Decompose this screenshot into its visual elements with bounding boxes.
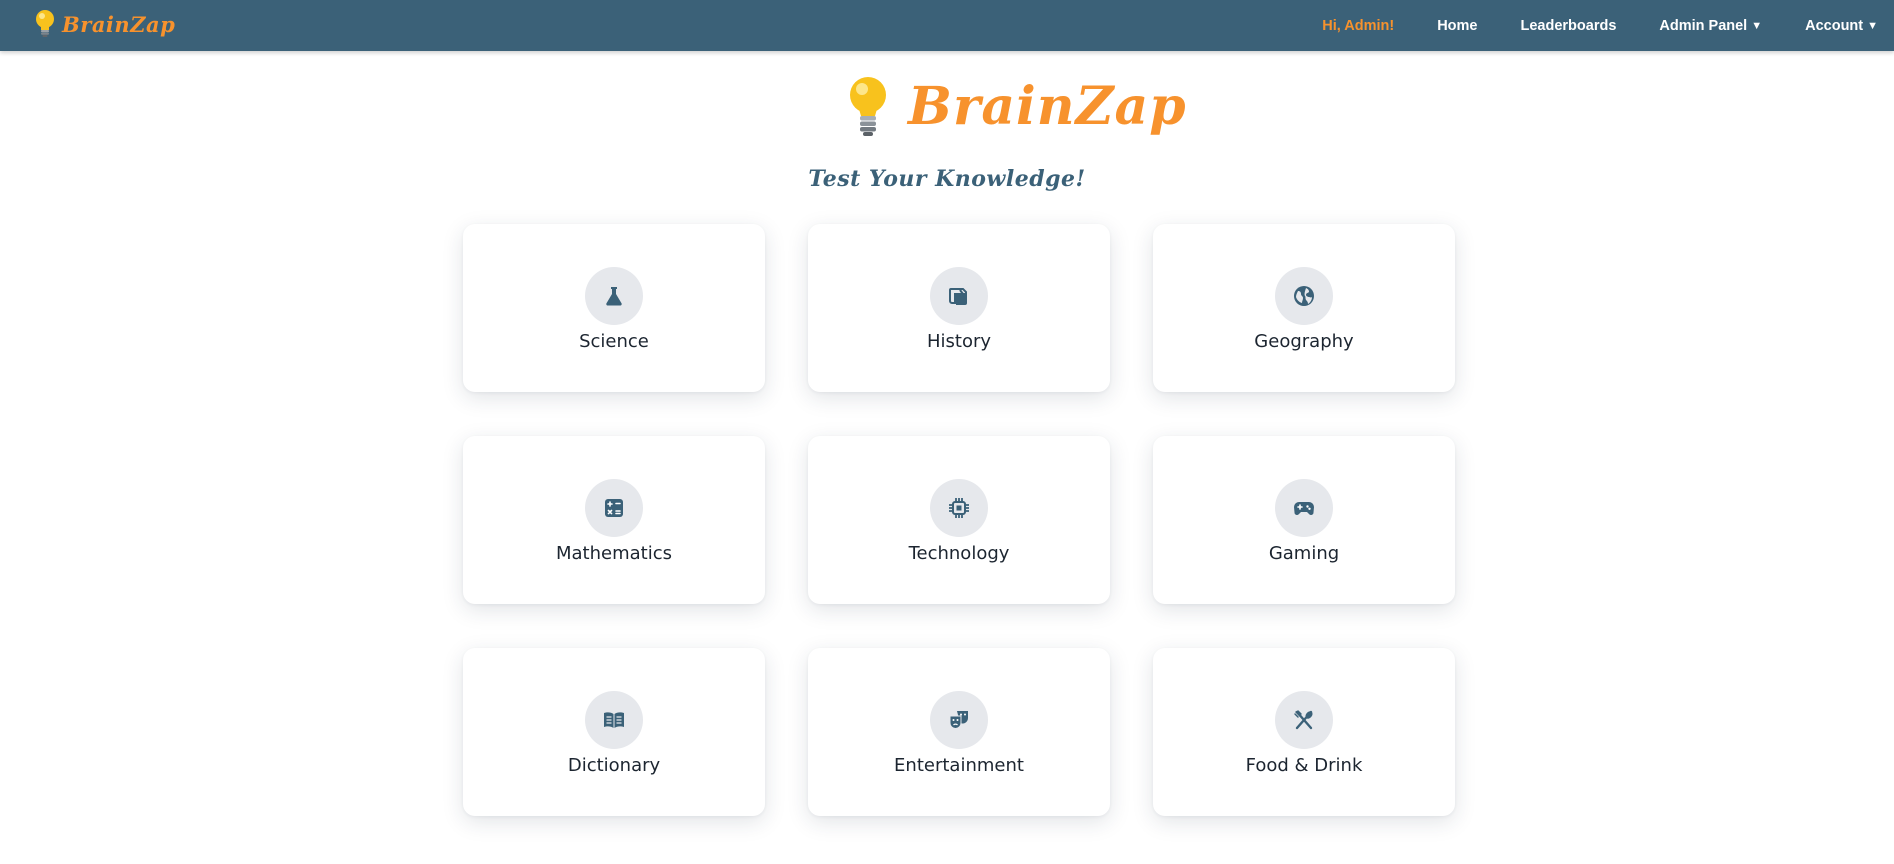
category-card-history[interactable]: History	[808, 224, 1110, 392]
category-card-geography[interactable]: Geography	[1153, 224, 1455, 392]
category-label: History	[926, 331, 992, 352]
icon-circle	[930, 691, 988, 749]
nav-links: Hi, Admin! Home Leaderboards Admin Panel…	[1322, 0, 1878, 51]
utensils-icon	[1294, 710, 1313, 730]
lightbulb-icon	[36, 10, 54, 37]
category-card-mathematics[interactable]: Mathematics	[463, 436, 765, 604]
category-label: Dictionary	[567, 755, 661, 776]
nav-brand-name: BrainZap	[62, 11, 176, 37]
globe-icon	[1294, 286, 1314, 306]
flask-icon	[606, 287, 622, 306]
hero-logo: BrainZap	[846, 76, 1187, 138]
nav-admin-panel-dropdown[interactable]: Admin Panel ▼	[1659, 18, 1762, 34]
category-label: Technology	[908, 543, 1010, 564]
user-greeting: Hi, Admin!	[1322, 17, 1395, 34]
category-label: Mathematics	[556, 543, 672, 564]
scroll-icon	[949, 288, 967, 305]
nav-brand-logo[interactable]: BrainZap	[34, 9, 175, 39]
category-grid: Science History Geography Mathematics Te…	[463, 224, 1457, 816]
icon-circle	[585, 691, 643, 749]
category-card-technology[interactable]: Technology	[808, 436, 1110, 604]
nav-account-dropdown[interactable]: Account ▼	[1805, 18, 1878, 34]
category-card-food-drink[interactable]: Food & Drink	[1153, 648, 1455, 816]
category-label: Science	[579, 331, 649, 352]
icon-circle	[930, 479, 988, 537]
microchip-icon	[949, 498, 969, 518]
caret-down-icon: ▼	[1751, 19, 1763, 32]
category-card-science[interactable]: Science	[463, 224, 765, 392]
hero-title: BrainZap	[908, 76, 1187, 137]
category-label: Entertainment	[894, 755, 1024, 776]
category-label: Food & Drink	[1245, 755, 1363, 776]
icon-circle	[1275, 691, 1333, 749]
calculator-icon	[605, 499, 623, 517]
lightbulb-icon	[850, 77, 886, 136]
nav-home-link[interactable]: Home	[1437, 18, 1477, 34]
masks-icon	[949, 711, 968, 729]
top-navbar: BrainZap Hi, Admin! Home Leaderboards Ad…	[0, 0, 1894, 51]
icon-circle	[930, 267, 988, 325]
category-card-entertainment[interactable]: Entertainment	[808, 648, 1110, 816]
category-card-gaming[interactable]: Gaming	[1153, 436, 1455, 604]
book-icon	[604, 712, 624, 728]
tagline: Test Your Knowledge!	[808, 166, 1086, 192]
gamepad-icon	[1294, 502, 1314, 515]
icon-circle	[585, 267, 643, 325]
icon-circle	[1275, 479, 1333, 537]
caret-down-icon: ▼	[1867, 19, 1878, 32]
icon-circle	[585, 479, 643, 537]
icon-circle	[1275, 267, 1333, 325]
category-label: Gaming	[1268, 543, 1340, 564]
category-label: Geography	[1254, 331, 1354, 352]
nav-leaderboards-link[interactable]: Leaderboards	[1520, 18, 1616, 34]
category-card-dictionary[interactable]: Dictionary	[463, 648, 765, 816]
